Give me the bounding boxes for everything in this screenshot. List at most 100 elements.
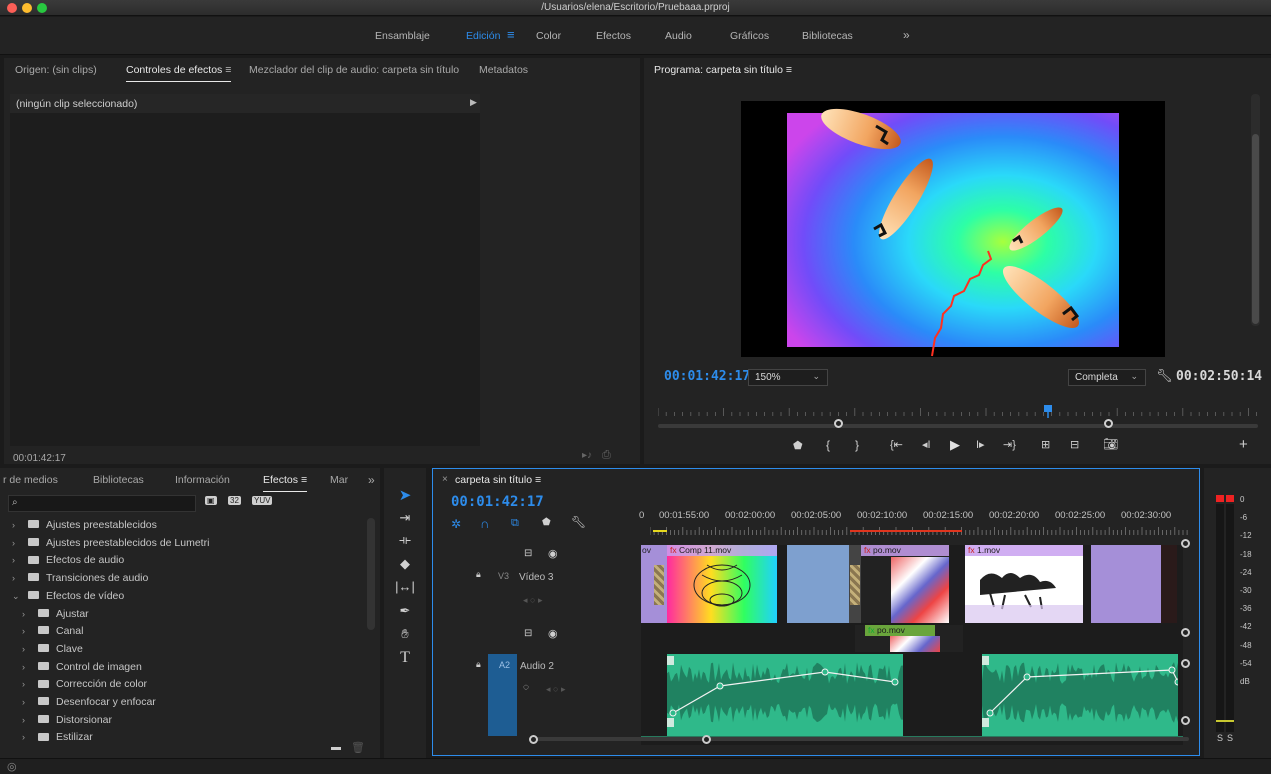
clip-po-2[interactable]: fx po.mov <box>855 625 963 652</box>
filter-icon[interactable]: ▸♪ <box>582 450 592 461</box>
chevron-right-icon[interactable]: › <box>22 626 30 636</box>
chevron-down-icon[interactable]: ⌄ <box>12 591 20 602</box>
clip-comp11[interactable]: fx Comp 11.mov <box>667 545 777 623</box>
effects-tree-item[interactable]: › Estilizar <box>22 731 93 743</box>
track-select-tool-icon[interactable]: ⇥ <box>392 510 418 532</box>
clip-ov[interactable]: ov <box>641 545 667 623</box>
delete-icon[interactable]: 🗑︎ <box>351 741 365 754</box>
chevron-right-icon[interactable]: › <box>22 715 30 725</box>
new-bin-icon[interactable]: ▬ <box>331 742 341 753</box>
tab-effects[interactable]: Efectos ≡ <box>263 474 308 492</box>
effects-tree-item[interactable]: › Efectos de audio <box>12 554 124 571</box>
effects-tree-item[interactable]: › Corrección de color <box>22 678 147 695</box>
tab-media-browser[interactable]: r de medios <box>3 474 58 486</box>
workspace-menu-icon[interactable]: ≡ <box>507 27 515 42</box>
chevron-right-icon[interactable]: › <box>22 679 30 689</box>
effects-tree-item[interactable]: › Ajustes preestablecidos de Lumetri <box>12 537 209 554</box>
toggle-sync-lock-icon[interactable]: ⊟ <box>524 548 532 559</box>
chevron-right-icon[interactable]: › <box>22 732 30 742</box>
clip-end[interactable] <box>1161 545 1177 623</box>
solo-right-button[interactable]: S <box>1227 733 1233 743</box>
workspace-edicion[interactable]: Edición <box>466 30 500 42</box>
tab-info[interactable]: Información <box>175 474 230 486</box>
effects-menu-icon[interactable]: ≡ <box>301 474 307 486</box>
audio-clip-2[interactable] <box>982 654 1178 736</box>
effects-tree-item[interactable]: › Transiciones de audio <box>12 572 148 589</box>
program-menu-icon[interactable]: ≡ <box>786 64 792 76</box>
go-to-out-icon[interactable]: ⇥} <box>1003 438 1016 451</box>
chevron-right-icon[interactable]: › <box>22 697 30 707</box>
mark-in-icon[interactable]: { <box>826 438 830 452</box>
tab-source[interactable]: Origen: (sin clips) <box>15 64 97 76</box>
effects-tree-item[interactable]: › Control de imagen <box>22 661 142 678</box>
workspace-audio[interactable]: Audio <box>665 30 692 42</box>
effects-tree-item[interactable]: › Desenfocar y enfocar <box>22 696 156 713</box>
extract-icon[interactable]: ⊟ <box>1070 438 1079 451</box>
program-timecode[interactable]: 00:01:42:17 <box>664 369 750 384</box>
32bit-effects-icon[interactable]: 32 <box>228 496 241 505</box>
render-status-icon[interactable]: ◎ <box>7 760 17 773</box>
chevron-right-icon[interactable]: › <box>12 538 20 548</box>
eye-icon[interactable]: ◉ <box>548 547 558 560</box>
mark-out-icon[interactable]: } <box>855 438 859 452</box>
add-button-icon[interactable]: + <box>1239 436 1248 453</box>
keyframe-toggle-icon[interactable]: ◌ <box>523 682 529 693</box>
workspace-overflow-button[interactable]: » <box>903 28 910 42</box>
selection-tool-icon[interactable]: ➤ <box>392 486 418 508</box>
toggle-sync-lock-v2-icon[interactable]: ⊟ <box>524 628 532 639</box>
expand-arrow-icon[interactable]: ▶ <box>470 97 477 108</box>
clip-po-1[interactable]: fx po.mov <box>861 545 949 623</box>
effects-tree-item[interactable]: › Ajustar <box>22 608 89 625</box>
hand-tool-icon[interactable]: ✋︎ <box>392 626 418 648</box>
keyframe-nav-v3[interactable]: ◂ ○ ▸ <box>523 595 542 606</box>
workspace-bibliotecas[interactable]: Bibliotecas <box>802 30 853 42</box>
chevron-right-icon[interactable]: › <box>12 520 20 530</box>
clip-blue-solid[interactable] <box>787 545 857 623</box>
chevron-right-icon[interactable]: › <box>22 644 30 654</box>
chevron-right-icon[interactable]: › <box>22 662 30 672</box>
play-icon[interactable]: ▶ <box>950 437 960 453</box>
timeline-scroll-right-handle[interactable] <box>702 735 711 744</box>
workspace-efectos[interactable]: Efectos <box>596 30 631 42</box>
program-scrollbar[interactable] <box>1251 94 1260 326</box>
ripple-edit-tool-icon[interactable]: ⟛ <box>392 532 418 554</box>
track-end-handle-v3[interactable] <box>1181 539 1190 548</box>
effects-tree-item[interactable]: › Clave <box>22 643 83 660</box>
keyframe-nav-a2[interactable]: ◂ ○ ▸ <box>546 684 565 695</box>
clip-1mov[interactable]: fx 1.mov <box>965 545 1083 623</box>
effects-tree-item[interactable]: › Distorsionar <box>22 714 112 731</box>
pen-tool-icon[interactable]: ✒ <box>392 603 418 625</box>
solo-left-button[interactable]: S <box>1217 733 1223 743</box>
panels-overflow-button[interactable]: » <box>368 473 375 487</box>
tab-metadata[interactable]: Metadatos <box>479 64 528 76</box>
chevron-right-icon[interactable]: › <box>22 609 30 619</box>
workspace-graficos[interactable]: Gráficos <box>730 30 769 42</box>
effects-search-input[interactable]: ⌕ <box>8 495 196 512</box>
tab-audio-clip-mixer[interactable]: Mezclador del clip de audio: carpeta sin… <box>249 64 459 76</box>
chevron-right-icon[interactable]: › <box>12 573 20 583</box>
wrench-icon[interactable]: 🔧︎ <box>1156 368 1173 384</box>
lift-icon[interactable]: ⊞ <box>1041 438 1050 451</box>
track-end-handle-a2b[interactable] <box>1181 716 1190 725</box>
yuv-effects-icon[interactable]: YUV <box>252 496 273 505</box>
lock-icon[interactable]: 🔒︎ <box>476 569 481 580</box>
effects-tree-item[interactable]: › Canal <box>22 625 83 642</box>
timeline-scroll-left-handle[interactable] <box>529 735 538 744</box>
track-end-handle-a2[interactable] <box>1181 659 1190 668</box>
tab-markers[interactable]: Mar <box>330 474 348 486</box>
accelerated-effects-icon[interactable]: ▣ <box>205 496 217 505</box>
effects-tree-item[interactable]: › Ajustes preestablecidos <box>12 519 157 536</box>
zoom-scroll-bar[interactable] <box>658 424 1258 428</box>
step-forward-icon[interactable]: I▸ <box>976 438 985 451</box>
type-tool-icon[interactable]: T <box>392 649 418 671</box>
effects-tree-item[interactable]: ⌄ Efectos de vídeo <box>12 590 124 607</box>
razor-tool-icon[interactable]: ◆ <box>392 556 418 578</box>
panel-menu-icon[interactable]: ≡ <box>225 64 231 76</box>
tab-libraries[interactable]: Bibliotecas <box>93 474 144 486</box>
effects-scrollbar[interactable] <box>367 518 375 630</box>
workspace-ensamblaje[interactable]: Ensamblaje <box>375 30 430 42</box>
zoom-handle-left[interactable] <box>834 419 843 428</box>
chevron-right-icon[interactable]: › <box>12 555 20 565</box>
timeline-horizontal-scrollbar[interactable] <box>529 737 1189 741</box>
eye-v2-icon[interactable]: ◉ <box>548 627 558 640</box>
